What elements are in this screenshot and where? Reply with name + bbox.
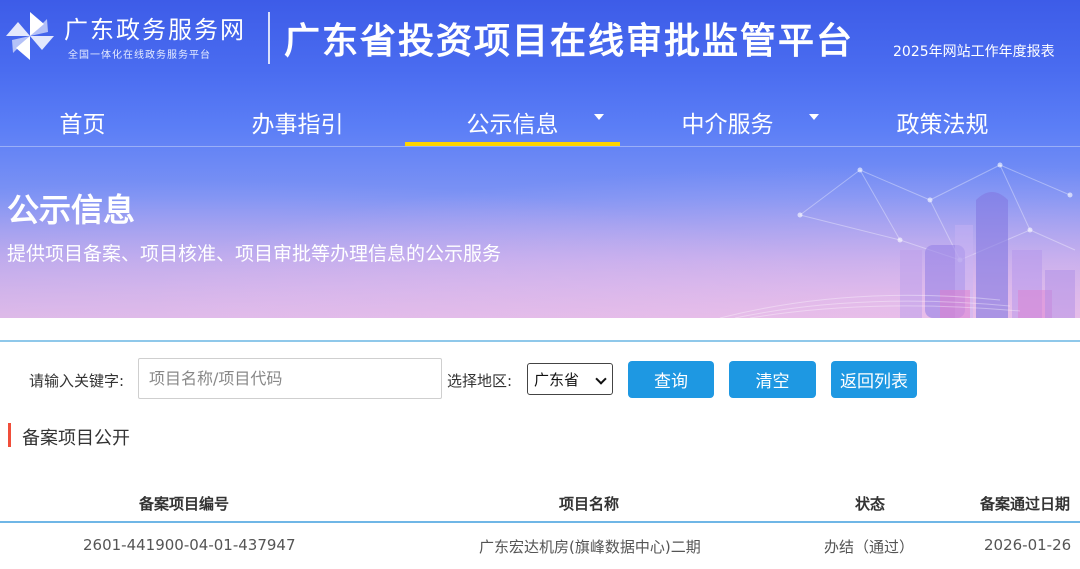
site-logo[interactable]: 广东政务服务网 全国一体化在线政务服务平台 — [4, 8, 266, 64]
platform-title: 广东省投资项目在线审批监管平台 — [284, 21, 855, 62]
nav-item-intermediary[interactable]: 中介服务 — [620, 98, 835, 146]
keyword-label: 请输入关键字: — [29, 372, 125, 390]
column-header-status: 状态 — [855, 495, 886, 513]
nav-item-label: 办事指引 — [251, 112, 344, 138]
chevron-down-icon — [595, 373, 607, 385]
keyword-search-input[interactable] — [138, 358, 442, 399]
section-marker — [8, 423, 11, 447]
nav-item-label: 中介服务 — [681, 112, 774, 138]
query-button[interactable]: 查询 — [628, 361, 714, 398]
nav-item-guide[interactable]: 办事指引 — [190, 98, 405, 146]
logo-title: 广东政务服务网 — [64, 16, 246, 44]
nav-item-label: 首页 — [59, 112, 106, 138]
panel-top-border — [0, 340, 1080, 342]
annual-report-link[interactable]: 2025年网站工作年度报表 — [893, 41, 1055, 61]
column-header-name: 项目名称 — [559, 495, 620, 513]
header-divider — [268, 12, 270, 64]
column-header-code: 备案项目编号 — [139, 495, 230, 513]
nav-item-public-info[interactable]: 公示信息 — [405, 98, 620, 146]
cell-status: 办结（通过） — [824, 538, 915, 556]
logo-subtitle: 全国一体化在线政务服务平台 — [68, 50, 211, 61]
cell-approval-date: 2026-01-26 — [984, 536, 1072, 554]
region-select[interactable]: 广东省 — [527, 363, 613, 395]
caret-down-icon — [594, 114, 604, 120]
region-label: 选择地区: — [447, 372, 513, 390]
section-title: 备案项目公开 — [22, 428, 130, 449]
column-header-date: 备案通过日期 — [980, 495, 1071, 513]
back-to-list-button[interactable]: 返回列表 — [831, 361, 917, 398]
logo-pinwheel-icon — [6, 12, 54, 60]
nav-divider — [0, 146, 1080, 147]
cell-project-code: 2601-441900-04-01-437947 — [83, 536, 296, 554]
main-nav: 首页 办事指引 公示信息 中介服务 政策法规 — [0, 98, 1080, 146]
table-header-rule — [0, 521, 1080, 523]
nav-item-label: 公示信息 — [466, 112, 559, 138]
caret-down-icon — [809, 114, 819, 120]
nav-item-label: 政策法规 — [896, 112, 989, 138]
page-title: 公示信息 — [7, 191, 136, 229]
header-banner: 广东政务服务网 全国一体化在线政务服务平台 广东省投资项目在线审批监管平台 20… — [0, 0, 1080, 318]
nav-item-policy[interactable]: 政策法规 — [835, 98, 1050, 146]
region-selected-value: 广东省 — [534, 370, 580, 389]
nav-item-home[interactable]: 首页 — [0, 98, 190, 146]
cell-project-name[interactable]: 广东宏达机房(旗峰数据中心)二期 — [479, 536, 701, 557]
page-description: 提供项目备案、项目核准、项目审批等办理信息的公示服务 — [7, 243, 502, 265]
clear-button[interactable]: 清空 — [729, 361, 816, 398]
